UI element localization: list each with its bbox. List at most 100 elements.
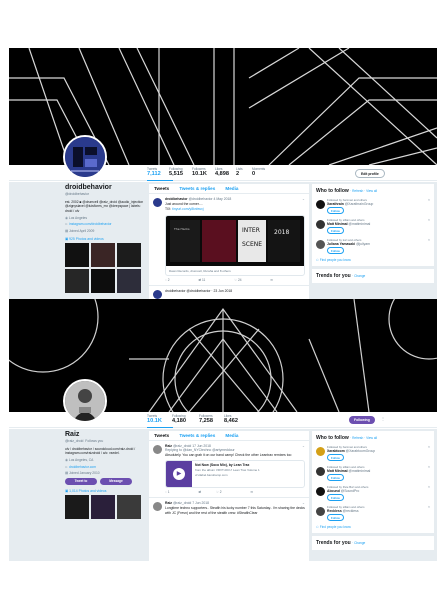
tab-media[interactable]: Media bbox=[225, 184, 238, 194]
tweet[interactable]: ⌄ droidbehavior @droidbehavior 4 May 201… bbox=[149, 194, 309, 286]
suggestion-name[interactable]: Xarathrain @XarathrainGroup bbox=[327, 202, 430, 206]
profile-handle[interactable]: @raiz_droid bbox=[65, 439, 83, 443]
follow-button[interactable]: Follow bbox=[327, 454, 344, 461]
suggestion-avatar[interactable] bbox=[316, 220, 325, 229]
photo-thumb[interactable] bbox=[65, 495, 89, 520]
suggestion-display-name: Xarathrain bbox=[327, 202, 344, 206]
tweet-to-button[interactable]: Tweet to bbox=[65, 478, 97, 486]
media-card[interactable]: INTER SCENE 2018 The Hacks Dawn Records,… bbox=[165, 214, 305, 276]
follow-button[interactable]: Follow bbox=[327, 494, 344, 501]
retweet-icon[interactable]: ⇄ 11 bbox=[198, 278, 219, 282]
more-options-icon[interactable]: ⋮ bbox=[381, 416, 385, 421]
suggestion-avatar[interactable] bbox=[316, 240, 325, 249]
tweet-link[interactable]: tinyurl.com/y8knbwxj bbox=[172, 207, 203, 211]
suggestion-item: × Followed by kurt and others Juliana Ya… bbox=[316, 238, 430, 254]
photo-thumb[interactable] bbox=[117, 268, 141, 293]
tweet-link-line: TIX: tinyurl.com/y8knbwxj bbox=[165, 207, 305, 211]
message-icon[interactable]: ✉ bbox=[250, 490, 253, 494]
suggestion-name[interactable]: Matt Minimal @mattminimal bbox=[327, 469, 430, 473]
stat-tweets[interactable]: Tweets 10.1K bbox=[147, 414, 173, 428]
follow-button[interactable]: Follow bbox=[327, 207, 344, 214]
follow-button[interactable]: Follow bbox=[327, 227, 344, 234]
profile-url[interactable]: droidbehavior.com bbox=[69, 465, 96, 469]
like-icon[interactable]: ♡ 24 bbox=[234, 278, 255, 282]
close-icon[interactable]: × bbox=[428, 505, 430, 509]
play-icon[interactable]: ▶ bbox=[173, 468, 185, 481]
tab-tweets[interactable]: Tweets bbox=[154, 431, 169, 441]
suggestion-name[interactable]: Matt Minimal @mattminimal bbox=[327, 222, 430, 226]
trends-change-link[interactable]: · Change bbox=[352, 274, 365, 278]
joined-text: Joined January 2010 bbox=[69, 471, 100, 476]
reply-icon[interactable]: ◌ 1 bbox=[165, 490, 184, 494]
suggestion-name[interactable]: Abound @SoundPro bbox=[327, 489, 430, 493]
message-button[interactable]: Message bbox=[100, 478, 132, 486]
follow-button[interactable]: Follow bbox=[327, 474, 344, 481]
tweet-author[interactable]: droidbehavior bbox=[165, 197, 188, 201]
photos-videos-link[interactable]: ▣ 925 Photos and videos bbox=[65, 237, 147, 241]
profile-screenshot-raiz: Tweets 10.1K Following 4,180 Followers 7… bbox=[9, 299, 437, 561]
like-icon[interactable]: ♡ 2 bbox=[216, 490, 236, 494]
wtf-refresh-link[interactable]: · Refresh · View all bbox=[350, 436, 377, 440]
close-icon[interactable]: × bbox=[428, 445, 430, 449]
following-button[interactable]: Following bbox=[349, 416, 375, 424]
suggestion-name[interactable]: Reckless @reckless bbox=[327, 509, 430, 513]
tab-tweets[interactable]: Tweets bbox=[154, 184, 169, 194]
photo-thumb[interactable] bbox=[65, 242, 89, 267]
suggestion-avatar[interactable] bbox=[316, 507, 325, 516]
reply-icon[interactable]: ◌ 2 bbox=[165, 278, 184, 282]
profile-avatar[interactable] bbox=[63, 379, 107, 423]
suggestion-avatar[interactable] bbox=[316, 467, 325, 476]
tweet-author[interactable]: Raiz bbox=[165, 501, 172, 505]
tweet[interactable]: ⌄ Raiz @raiz_droid 7 Jun 2018 Longtime t… bbox=[149, 498, 309, 518]
trends-change-link[interactable]: · Change bbox=[352, 541, 365, 545]
photo-thumb[interactable] bbox=[91, 242, 115, 267]
find-people-link[interactable]: ⚇ Find people you know bbox=[316, 525, 430, 529]
bandcamp-card[interactable]: ▶ Not Now (Soco Mix), by Lean Trax from … bbox=[165, 460, 305, 489]
tweet[interactable]: ⌄ Raiz @raiz_droid 17 Jun 2018 Replying … bbox=[149, 441, 309, 499]
suggestion-avatar[interactable] bbox=[316, 447, 325, 456]
tab-media[interactable]: Media bbox=[225, 431, 238, 441]
photo-thumb[interactable] bbox=[65, 268, 89, 293]
message-icon[interactable]: ✉ bbox=[270, 278, 273, 282]
suggestion-avatar[interactable] bbox=[316, 200, 325, 209]
joined-text: Joined April 2009 bbox=[69, 228, 95, 233]
tweet-avatar[interactable] bbox=[153, 198, 162, 207]
stat-following[interactable]: Following 4,180 bbox=[172, 414, 198, 424]
edit-profile-button[interactable]: Edit profile bbox=[355, 169, 385, 178]
chevron-down-icon[interactable]: ⌄ bbox=[302, 501, 305, 505]
retweet-icon[interactable]: ⇄ bbox=[198, 490, 201, 494]
tab-tweets-replies[interactable]: Tweets & replies bbox=[179, 431, 215, 441]
profile-avatar[interactable] bbox=[63, 135, 107, 179]
photo-thumb[interactable] bbox=[91, 495, 115, 520]
tweet-avatar[interactable] bbox=[153, 445, 162, 454]
profile-url[interactable]: instagram.com/droidbehavior bbox=[69, 222, 112, 226]
close-icon[interactable]: × bbox=[428, 198, 430, 202]
stat-likes[interactable]: Likes 8,462 bbox=[224, 414, 250, 424]
stat-moments[interactable]: Moments 0 bbox=[252, 167, 278, 177]
chevron-down-icon[interactable]: ⌄ bbox=[302, 444, 305, 448]
close-icon[interactable]: × bbox=[428, 465, 430, 469]
photos-videos-link[interactable]: ▣ 1,014 Photos and videos bbox=[65, 489, 147, 493]
close-icon[interactable]: × bbox=[428, 238, 430, 242]
tweet-avatar[interactable] bbox=[153, 502, 162, 512]
close-icon[interactable]: × bbox=[428, 485, 430, 489]
chevron-down-icon[interactable]: ⌄ bbox=[302, 197, 305, 201]
suggestion-name[interactable]: Juliana Yamasaki @juliyam bbox=[327, 242, 430, 246]
tweet-avatar[interactable] bbox=[153, 289, 162, 299]
photo-thumb[interactable] bbox=[91, 268, 115, 293]
photo-thumb[interactable] bbox=[117, 495, 141, 520]
photo-thumb[interactable] bbox=[117, 242, 141, 267]
suggestion-avatar[interactable] bbox=[316, 487, 325, 496]
wtf-heading: Who to follow bbox=[316, 188, 349, 194]
stat-followers[interactable]: Followers 7,258 bbox=[199, 414, 225, 424]
follow-button[interactable]: Follow bbox=[327, 247, 344, 254]
tweet[interactable]: droidbehavior @droidbehavior · 23 Jun 20… bbox=[149, 286, 309, 299]
find-people-link[interactable]: ⚇ Find people you know bbox=[316, 258, 430, 262]
close-icon[interactable]: × bbox=[428, 218, 430, 222]
suggestion-name[interactable]: Xarabtoom @XarabtoomGroup bbox=[327, 449, 430, 453]
tab-tweets-replies[interactable]: Tweets & replies bbox=[179, 184, 215, 194]
wtf-refresh-link[interactable]: · Refresh · View all bbox=[350, 189, 377, 193]
profile-handle[interactable]: @droidbehavior bbox=[65, 192, 147, 196]
follow-button[interactable]: Follow bbox=[327, 514, 344, 521]
card-title: Not Now (Soco Mix), by Lean Trax bbox=[195, 463, 250, 468]
